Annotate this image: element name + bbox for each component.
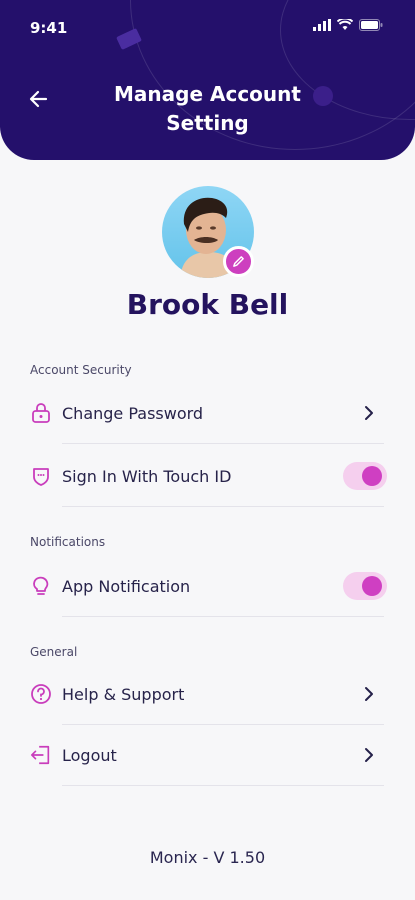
status-time: 9:41 (30, 19, 68, 37)
question-circle-icon (30, 683, 52, 705)
shield-face-icon (30, 465, 52, 487)
chevron-right-icon (365, 748, 373, 762)
user-name: Brook Bell (126, 288, 289, 321)
status-bar: 9:41 (0, 0, 415, 56)
touch-id-row: Sign In With Touch ID (30, 446, 387, 506)
change-password-row[interactable]: Change Password (30, 383, 385, 443)
back-button[interactable] (26, 86, 52, 112)
section-label-general: General (30, 645, 78, 659)
page-title: Manage Account Setting (114, 82, 301, 135)
logout-icon (30, 744, 52, 766)
divider (62, 616, 384, 617)
chevron-right-icon (365, 406, 373, 420)
app-notification-label: App Notification (62, 576, 191, 596)
status-icons (313, 19, 383, 31)
touch-id-label: Sign In With Touch ID (62, 466, 232, 486)
cellular-signal-icon (313, 19, 331, 31)
header-decoration (313, 86, 333, 106)
divider (62, 785, 384, 786)
header: 9:41 Manage Account Setting (0, 0, 415, 160)
battery-icon (359, 19, 383, 31)
change-password-label: Change Password (62, 403, 204, 423)
arrow-left-icon (29, 90, 48, 108)
section-label-account-security: Account Security (30, 363, 132, 377)
touch-id-toggle[interactable] (343, 462, 387, 490)
logout-row[interactable]: Logout (30, 725, 385, 785)
app-version: Monix - V 1.50 (149, 848, 266, 867)
lightbulb-icon (30, 575, 52, 597)
app-notification-toggle[interactable] (343, 572, 387, 600)
logout-label: Logout (62, 745, 117, 765)
app-notification-row: App Notification (30, 556, 387, 616)
divider (62, 506, 384, 507)
divider (62, 443, 384, 444)
edit-avatar-button[interactable] (223, 246, 254, 277)
lock-icon (30, 402, 52, 424)
toggle-knob (362, 466, 382, 486)
chevron-right-icon (365, 687, 373, 701)
wifi-icon (337, 19, 353, 30)
help-support-row[interactable]: Help & Support (30, 664, 385, 724)
help-support-label: Help & Support (62, 684, 185, 704)
pencil-icon (233, 256, 244, 267)
toggle-knob (362, 576, 382, 596)
section-label-notifications: Notifications (30, 535, 106, 549)
profile-avatar-group (162, 186, 254, 278)
